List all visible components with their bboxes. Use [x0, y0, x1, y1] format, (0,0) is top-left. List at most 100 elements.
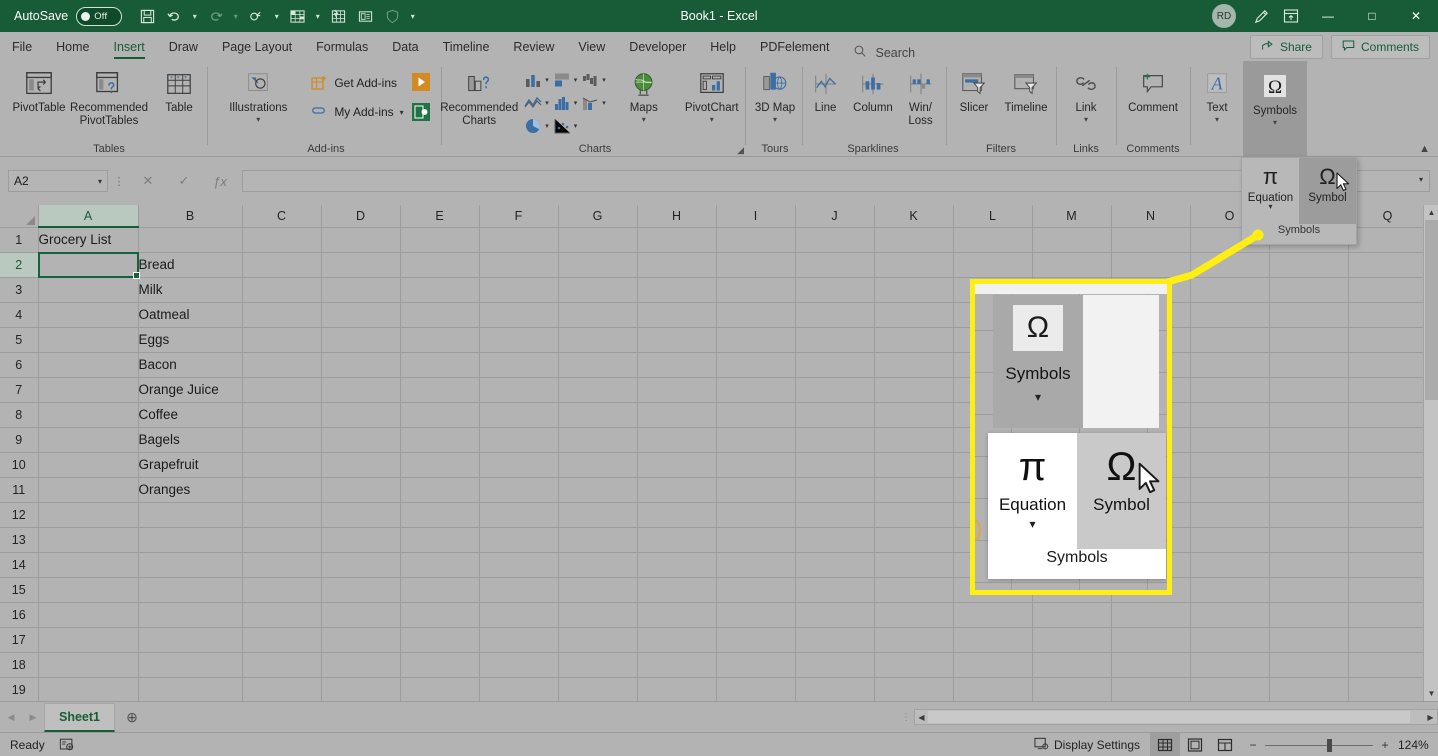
cell-F7[interactable] — [479, 377, 559, 403]
sparkline-line-button[interactable]: Line — [803, 65, 848, 118]
tab-developer[interactable]: Developer — [617, 34, 698, 61]
enter-formula-icon[interactable]: ✓ — [166, 170, 202, 192]
scatter-chart-chevron-icon[interactable]: ▾ — [574, 122, 578, 130]
cell-N1[interactable] — [1111, 227, 1191, 253]
recommended-charts-button[interactable]: Recommended Charts — [440, 65, 518, 131]
cell-C4[interactable] — [242, 302, 322, 328]
autosave-control[interactable]: AutoSave Off — [14, 6, 123, 26]
sheet-tab-sheet1[interactable]: Sheet1 — [44, 702, 115, 732]
cell-G15[interactable] — [558, 577, 638, 603]
spreadsheet-grid[interactable]: A B C D E F G H I J K L M N O P Q — [0, 205, 1438, 701]
addins-manager-icon[interactable] — [411, 103, 430, 126]
cell-F9[interactable] — [479, 427, 559, 453]
cell-I4[interactable] — [716, 302, 796, 328]
cell-J11[interactable] — [795, 477, 875, 503]
horizontal-scroll-thumb[interactable] — [928, 711, 1410, 723]
cell-M16[interactable] — [1032, 602, 1112, 628]
cell-F1[interactable] — [479, 227, 559, 253]
maps-chevron-down-icon[interactable]: ▾ — [642, 115, 646, 123]
cell-D9[interactable] — [321, 427, 401, 453]
cell-Q2[interactable] — [1348, 252, 1428, 278]
cell-D14[interactable] — [321, 552, 401, 578]
cell-P14[interactable] — [1269, 552, 1349, 578]
cell-P6[interactable] — [1269, 352, 1349, 378]
cell-A16[interactable] — [38, 602, 139, 628]
cell-K19[interactable] — [874, 677, 954, 701]
cell-K11[interactable] — [874, 477, 954, 503]
cell-Q7[interactable] — [1348, 377, 1428, 403]
tab-page-layout[interactable]: Page Layout — [210, 34, 304, 61]
cell-G19[interactable] — [558, 677, 638, 701]
cell-B16[interactable] — [138, 602, 243, 628]
3d-map-chevron-down-icon[interactable]: ▾ — [773, 115, 777, 123]
prev-sheet-icon[interactable]: ◀ — [0, 703, 22, 731]
cell-A1[interactable]: Grocery List — [38, 227, 139, 253]
cell-P4[interactable] — [1269, 302, 1349, 328]
row-header-18[interactable]: 18 — [0, 652, 39, 678]
cell-O18[interactable] — [1190, 652, 1270, 678]
cell-B4[interactable]: Oatmeal — [138, 302, 243, 328]
cell-G7[interactable] — [558, 377, 638, 403]
bar-chart-button[interactable]: ▾ — [551, 69, 577, 91]
cell-J12[interactable] — [795, 502, 875, 528]
cell-I3[interactable] — [716, 277, 796, 303]
cell-O15[interactable] — [1190, 577, 1270, 603]
cell-Q3[interactable] — [1348, 277, 1428, 303]
form-icon[interactable] — [352, 4, 378, 28]
column-chart-button[interactable]: ▾ — [522, 69, 549, 91]
cell-O4[interactable] — [1190, 302, 1270, 328]
row-header-14[interactable]: 14 — [0, 552, 39, 578]
cell-P3[interactable] — [1269, 277, 1349, 303]
cell-G18[interactable] — [558, 652, 638, 678]
cell-P12[interactable] — [1269, 502, 1349, 528]
col-header-L[interactable]: L — [953, 205, 1033, 228]
pie-chart-button[interactable]: ▾ — [522, 115, 549, 137]
cell-J15[interactable] — [795, 577, 875, 603]
symbols-chevron-down-icon[interactable]: ▾ — [1273, 118, 1277, 126]
col-header-K[interactable]: K — [874, 205, 954, 228]
cell-P18[interactable] — [1269, 652, 1349, 678]
cell-C6[interactable] — [242, 352, 322, 378]
tab-home[interactable]: Home — [44, 34, 101, 61]
cell-C1[interactable] — [242, 227, 322, 253]
cell-F2[interactable] — [479, 252, 559, 278]
cell-O9[interactable] — [1190, 427, 1270, 453]
cell-G8[interactable] — [558, 402, 638, 428]
callout-equation-chevron-down-icon[interactable]: ▾ — [1029, 518, 1035, 530]
cell-P7[interactable] — [1269, 377, 1349, 403]
cell-E9[interactable] — [400, 427, 480, 453]
cell-G12[interactable] — [558, 502, 638, 528]
cell-D1[interactable] — [321, 227, 401, 253]
symbols-button[interactable]: Ω Symbols ▾ — [1243, 61, 1307, 157]
row-header-12[interactable]: 12 — [0, 502, 39, 528]
cell-B19[interactable] — [138, 677, 243, 701]
cell-F3[interactable] — [479, 277, 559, 303]
avatar[interactable]: RD — [1212, 4, 1236, 28]
recommended-pivottables-button[interactable]: Recommended PivotTables — [70, 65, 148, 131]
cell-E15[interactable] — [400, 577, 480, 603]
cell-A9[interactable] — [38, 427, 139, 453]
cancel-formula-icon[interactable]: ✕ — [130, 170, 166, 192]
row-header-10[interactable]: 10 — [0, 452, 39, 478]
cell-G3[interactable] — [558, 277, 638, 303]
normal-view-button[interactable] — [1150, 733, 1180, 756]
cell-J1[interactable] — [795, 227, 875, 253]
cell-H7[interactable] — [637, 377, 717, 403]
cell-D12[interactable] — [321, 502, 401, 528]
cell-N17[interactable] — [1111, 627, 1191, 653]
cell-M18[interactable] — [1032, 652, 1112, 678]
office-store-icon[interactable] — [411, 73, 430, 96]
col-header-F[interactable]: F — [479, 205, 559, 228]
cell-P8[interactable] — [1269, 402, 1349, 428]
cell-C17[interactable] — [242, 627, 322, 653]
page-break-preview-button[interactable] — [1210, 733, 1240, 756]
cell-H9[interactable] — [637, 427, 717, 453]
cell-C14[interactable] — [242, 552, 322, 578]
col-header-M[interactable]: M — [1032, 205, 1112, 228]
cell-O12[interactable] — [1190, 502, 1270, 528]
cell-K14[interactable] — [874, 552, 954, 578]
col-header-G[interactable]: G — [558, 205, 638, 228]
cell-J4[interactable] — [795, 302, 875, 328]
cell-E17[interactable] — [400, 627, 480, 653]
col-header-I[interactable]: I — [716, 205, 796, 228]
